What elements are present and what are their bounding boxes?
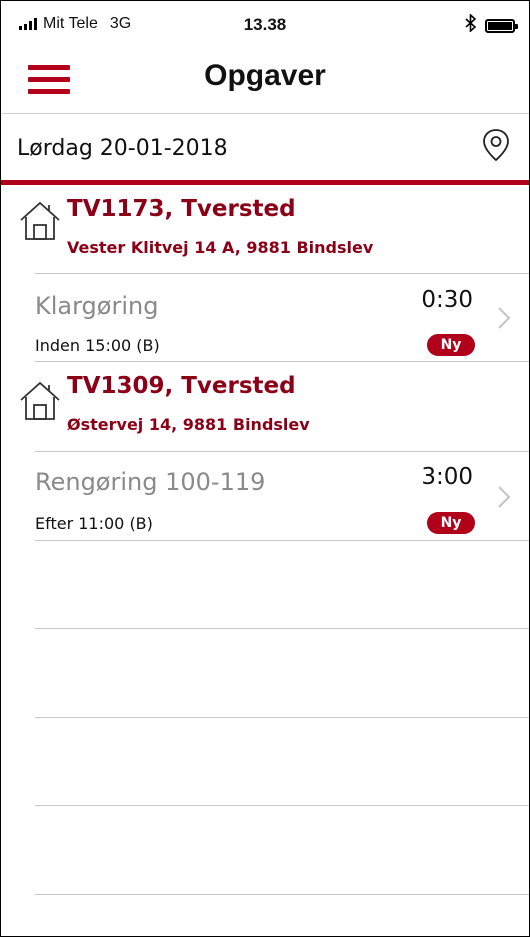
chevron-right-icon — [497, 485, 511, 509]
task-deadline: Inden 15:00 (B) — [35, 336, 160, 355]
status-badge: Ny — [427, 512, 475, 534]
location-pin-icon[interactable] — [481, 128, 511, 162]
task-name: Rengøring 100-119 — [35, 468, 266, 496]
chevron-right-icon — [497, 306, 511, 330]
group-address: Østervej 14, 9881 Bindslev — [67, 415, 310, 434]
house-icon — [19, 379, 61, 420]
house-icon — [19, 199, 61, 240]
group-header[interactable]: TV1309, Tversted Østervej 14, 9881 Binds… — [1, 361, 529, 449]
task-deadline: Efter 11:00 (B) — [35, 514, 153, 533]
list-separator — [35, 894, 529, 895]
nav-bar: Opgaver — [1, 47, 529, 114]
page-title: Opgaver — [204, 59, 326, 92]
task-duration: 3:00 — [421, 464, 473, 490]
bluetooth-icon — [465, 13, 477, 37]
group-title: TV1173, Tversted — [67, 196, 296, 222]
task-duration: 0:30 — [421, 287, 473, 313]
list-separator — [35, 628, 529, 629]
task-row[interactable]: Rengøring 100-119 3:00 Efter 11:00 (B) N… — [35, 451, 529, 541]
group-header[interactable]: TV1173, Tversted Vester Klitvej 14 A, 98… — [1, 186, 529, 272]
status-right — [465, 13, 518, 37]
app-screen: Mit Tele 3G 13.38 Opgaver Lørdag 20-01-2… — [0, 0, 530, 937]
group-address: Vester Klitvej 14 A, 9881 Bindslev — [67, 238, 374, 257]
battery-icon — [485, 18, 518, 33]
date-bar: Lørdag 20-01-2018 — [1, 114, 529, 185]
group-title: TV1309, Tversted — [67, 373, 296, 399]
status-badge: Ny — [427, 334, 475, 356]
status-bar: Mit Tele 3G 13.38 — [1, 1, 529, 47]
list-separator — [35, 805, 529, 806]
status-time: 13.38 — [243, 15, 287, 34]
list-separator — [35, 717, 529, 718]
task-row[interactable]: Klargøring 0:30 Inden 15:00 (B) Ny — [35, 273, 529, 362]
task-name: Klargøring — [35, 292, 159, 320]
date-label[interactable]: Lørdag 20-01-2018 — [17, 136, 228, 161]
